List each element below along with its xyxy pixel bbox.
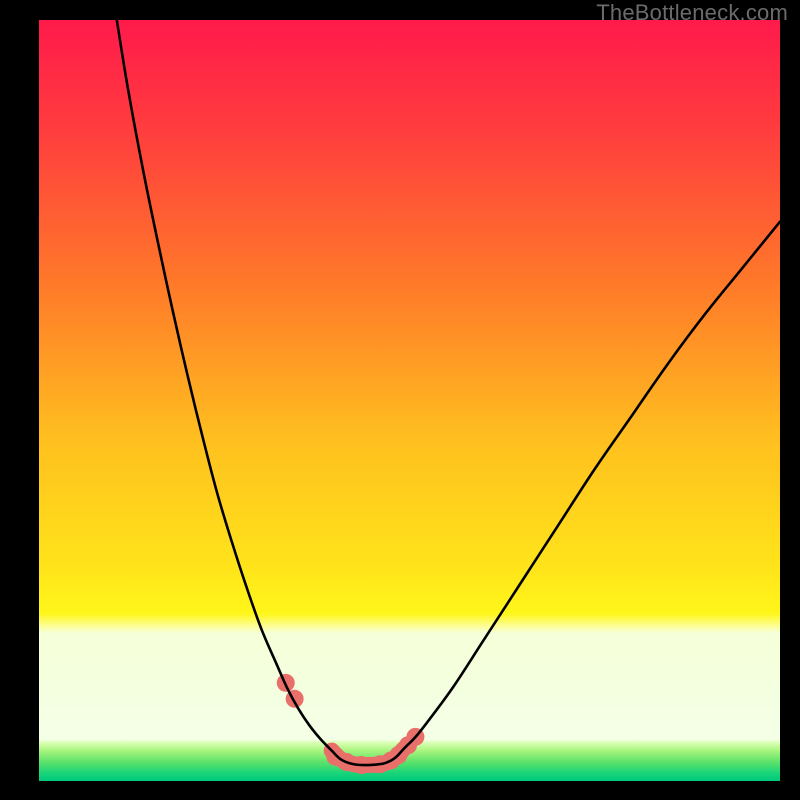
plot-area: [39, 20, 780, 781]
chart-svg: [39, 20, 780, 781]
gradient-background: [39, 20, 780, 781]
chart-root: TheBottleneck.com: [0, 0, 800, 800]
